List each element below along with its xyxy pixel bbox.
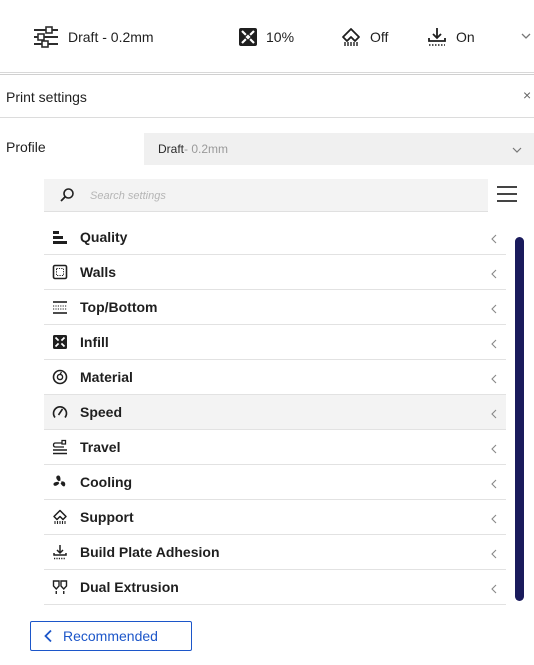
adhesion-summary-label: On <box>456 29 475 45</box>
chevron-left-icon <box>43 629 53 643</box>
category-label: Build Plate Adhesion <box>80 544 220 560</box>
chevron-left-icon <box>490 301 498 319</box>
category-label: Walls <box>80 264 117 280</box>
category-travel[interactable]: Travel <box>44 430 506 465</box>
category-label: Speed <box>80 404 123 420</box>
chevron-left-icon <box>490 476 498 494</box>
material-icon <box>52 369 68 385</box>
support-icon <box>340 26 362 48</box>
category-cooling[interactable]: Cooling <box>44 465 506 500</box>
profile-summary-label: Draft - 0.2mm <box>68 29 154 45</box>
infill-icon <box>52 334 68 350</box>
search-icon <box>59 187 75 208</box>
support-icon <box>52 509 68 525</box>
chevron-left-icon <box>490 546 498 564</box>
infill-summary[interactable]: 10% <box>238 24 294 50</box>
dual-extrusion-icon <box>52 579 68 595</box>
profile-name: Draft <box>158 142 185 156</box>
close-icon[interactable]: × <box>523 87 531 103</box>
category-label: Material <box>80 369 133 385</box>
category-walls[interactable]: Walls <box>44 255 506 290</box>
category-label: Cooling <box>80 474 133 490</box>
category-label: Support <box>80 509 134 525</box>
category-support[interactable]: Support <box>44 500 506 535</box>
category-label: Top/Bottom <box>80 299 158 315</box>
settings-menu-icon[interactable] <box>496 185 518 208</box>
adhesion-summary[interactable]: On <box>426 24 475 50</box>
travel-icon <box>52 439 68 455</box>
category-top-bottom[interactable]: Top/Bottom <box>44 290 506 325</box>
chevron-left-icon <box>490 406 498 424</box>
panel-header: Print settings × <box>0 75 534 118</box>
walls-icon <box>52 264 68 280</box>
top-bottom-icon <box>52 299 68 315</box>
recommended-label: Recommended <box>63 628 158 644</box>
support-summary-label: Off <box>370 29 389 45</box>
profile-label: Profile <box>6 139 46 155</box>
print-setup-toolbar[interactable]: Draft - 0.2mm 10% Off On <box>0 0 534 73</box>
chevron-left-icon <box>490 336 498 354</box>
chevron-left-icon <box>490 266 498 284</box>
category-material[interactable]: Material <box>44 360 506 395</box>
chevron-down-icon[interactable] <box>521 28 531 46</box>
setting-category-list: Quality Walls Top/Bottom Infill Material… <box>44 220 506 605</box>
recommended-button[interactable]: Recommended <box>30 621 192 651</box>
search-input[interactable] <box>88 185 482 207</box>
category-speed[interactable]: Speed <box>44 395 506 430</box>
category-infill[interactable]: Infill <box>44 325 506 360</box>
chevron-left-icon <box>490 371 498 389</box>
search-settings[interactable] <box>44 179 488 212</box>
profile-layer-height: - 0.2mm <box>184 142 229 156</box>
panel-title: Print settings <box>6 89 87 105</box>
chevron-left-icon <box>490 511 498 529</box>
profile-summary[interactable]: Draft - 0.2mm <box>32 24 154 50</box>
build-plate-adhesion-icon <box>52 544 68 560</box>
chevron-down-icon <box>512 144 522 158</box>
category-build-plate-adhesion[interactable]: Build Plate Adhesion <box>44 535 506 570</box>
adhesion-icon <box>426 26 448 48</box>
category-quality[interactable]: Quality <box>44 220 506 255</box>
category-label: Quality <box>80 229 128 245</box>
chevron-left-icon <box>490 441 498 459</box>
infill-icon <box>238 27 258 47</box>
chevron-left-icon <box>490 231 498 249</box>
print-settings-icon <box>32 26 60 48</box>
category-label: Travel <box>80 439 121 455</box>
speed-icon <box>52 404 68 420</box>
category-label: Dual Extrusion <box>80 579 179 595</box>
infill-summary-label: 10% <box>266 29 295 45</box>
quality-icon <box>52 229 68 245</box>
profile-dropdown[interactable]: Draft - 0.2mm <box>144 133 534 165</box>
print-settings-panel: Print settings × Profile Draft - 0.2mm S… <box>0 74 534 665</box>
cooling-icon <box>52 474 68 490</box>
chevron-left-icon <box>490 581 498 599</box>
category-dual-extrusion[interactable]: Dual Extrusion <box>44 570 506 605</box>
settings-scrollbar[interactable] <box>515 237 524 601</box>
support-summary[interactable]: Off <box>340 24 388 50</box>
category-label: Infill <box>80 334 109 350</box>
